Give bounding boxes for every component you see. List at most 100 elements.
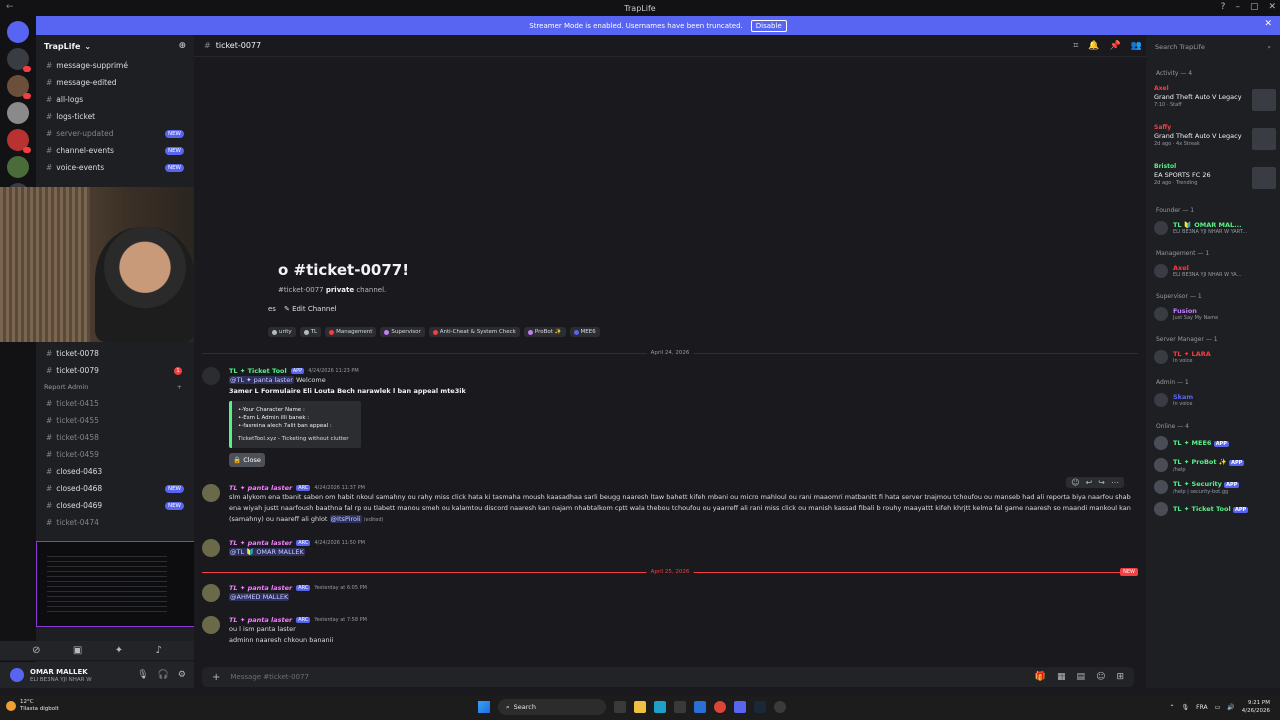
close-window-button[interactable]: ✕ (1268, 2, 1276, 12)
mail-icon[interactable] (694, 701, 706, 713)
server-icon[interactable] (7, 129, 31, 153)
message-author[interactable]: TL ✦ panta laster (229, 584, 292, 592)
camera-off-icon[interactable]: ⊘ (32, 645, 40, 656)
member-item[interactable]: TL ✦ MEE6 APP (1154, 433, 1276, 453)
channel-item[interactable]: # server-updated NEW (36, 125, 194, 142)
file-explorer-icon[interactable] (634, 701, 646, 713)
category-report-admin[interactable]: Report Admin + (36, 379, 194, 395)
steam-icon[interactable] (754, 701, 766, 713)
forward-icon[interactable]: ↪ (1098, 478, 1105, 487)
weather-widget[interactable]: 12°C Tilasta digbolt (6, 699, 59, 713)
activities-icon[interactable]: ✦ (115, 645, 123, 656)
sticker-icon[interactable]: ▤ (1077, 672, 1086, 682)
chevron-up-icon[interactable]: ⌃ (1170, 704, 1175, 711)
user-mention[interactable]: @TL ✦ panta laster (229, 376, 294, 384)
role-chip[interactable]: ProBot ✨ (523, 327, 566, 337)
headphones-icon[interactable]: 🎧 (158, 670, 169, 680)
close-banner-icon[interactable]: ✕ (1264, 19, 1272, 29)
pin-icon[interactable]: 📌 (1110, 41, 1121, 51)
back-icon[interactable]: ← (6, 2, 14, 12)
activity-item[interactable]: Saffy Grand Theft Auto V Legacy 2d ago · 4… (1154, 124, 1276, 158)
avatar[interactable] (202, 539, 220, 557)
server-icon[interactable] (7, 156, 29, 178)
app-icon[interactable] (774, 701, 786, 713)
avatar[interactable] (202, 367, 220, 385)
avatar[interactable] (202, 584, 220, 602)
role-chip[interactable]: Anti-Cheat & System Check (428, 327, 520, 337)
gif-icon[interactable]: ▦ (1057, 672, 1066, 682)
message-author[interactable]: TL ✦ panta laster (229, 539, 292, 547)
close-ticket-button[interactable]: 🔒 Close (229, 453, 265, 467)
edge-icon[interactable] (654, 701, 666, 713)
microphone-icon[interactable]: 🎙 (1182, 704, 1190, 711)
channel-item[interactable]: # ticket-0079 1 (36, 362, 194, 379)
message-author[interactable]: TL ✦ Ticket Tool (229, 367, 287, 375)
notification-bell-icon[interactable]: 🔔 (1088, 41, 1099, 51)
taskbar-search[interactable]: ⌕ Search (498, 699, 606, 715)
apps-icon[interactable]: ⊞ (1116, 672, 1124, 682)
react-icon[interactable]: ☺ (1071, 478, 1079, 487)
role-chip[interactable]: MEE6 (569, 327, 600, 337)
channel-item[interactable]: # all-logs (36, 91, 194, 108)
server-icon[interactable] (7, 48, 31, 72)
channel-item[interactable]: # closed-0463 (36, 463, 194, 480)
members-icon[interactable]: 👥 (1131, 41, 1142, 51)
user-mention[interactable]: @ItsPiroli (329, 515, 362, 523)
threads-icon[interactable]: ⌗ (1073, 41, 1078, 51)
avatar[interactable] (202, 484, 220, 502)
screen-preview-thumbnail[interactable] (36, 541, 200, 627)
attach-plus-icon[interactable]: + (212, 672, 220, 683)
search-input[interactable]: Search TrapLife ⌕ (1150, 40, 1276, 54)
gift-icon[interactable]: 🎁 (1035, 672, 1046, 682)
store-icon[interactable] (674, 701, 686, 713)
add-member-icon[interactable]: ⊕ (178, 41, 186, 51)
channel-item[interactable]: # ticket-0459 (36, 446, 194, 463)
user-mention[interactable]: @AHMED MALLEK (229, 593, 290, 601)
add-channel-icon[interactable]: + (177, 383, 182, 391)
channel-item[interactable]: # closed-0469 NEW (36, 497, 194, 514)
channel-item[interactable]: # ticket-0474 (36, 514, 194, 531)
role-chip[interactable]: Supervisor (380, 327, 425, 337)
server-header[interactable]: TrapLife ⌄ ⊕ (36, 35, 194, 57)
server-icon[interactable] (7, 102, 29, 124)
channel-item[interactable]: # ticket-0415 (36, 395, 194, 412)
microphone-icon[interactable]: 🎙 (137, 670, 148, 680)
discord-icon[interactable] (734, 701, 746, 713)
role-chip[interactable]: Management (325, 327, 377, 337)
channel-item[interactable]: # message-supprimé (36, 57, 194, 74)
activity-item[interactable]: Bristol EA SPORTS FC 26 2d ago · Trending (1154, 163, 1276, 197)
emoji-icon[interactable]: ☺ (1096, 672, 1105, 682)
disable-streamer-mode-button[interactable]: Disable (750, 19, 787, 32)
member-item[interactable]: TL 🔰 OMAR MAL... ELI BE3NA YJI NHAR W YAR… (1154, 218, 1276, 238)
help-icon[interactable]: ? (1221, 2, 1226, 12)
member-item[interactable]: TL ✦ Ticket Tool APP (1154, 499, 1276, 519)
home-icon[interactable] (7, 21, 29, 43)
volume-icon[interactable]: 🔊 (1227, 704, 1234, 711)
channel-item[interactable]: # closed-0468 NEW (36, 480, 194, 497)
activity-item[interactable]: Axel Grand Theft Auto V Legacy 7:10 · Staf… (1154, 85, 1276, 119)
channel-item[interactable]: # ticket-0458 (36, 429, 194, 446)
screen-share-icon[interactable]: ▣ (73, 645, 82, 656)
role-chip[interactable]: urity (268, 327, 296, 337)
avatar[interactable] (10, 668, 24, 682)
message-author[interactable]: TL ✦ panta laster (229, 616, 292, 624)
member-item[interactable]: Fusion Just Say My Name (1154, 304, 1276, 324)
channel-item[interactable]: # logs-ticket (36, 108, 194, 125)
member-item[interactable]: Skam In voice (1154, 390, 1276, 410)
network-icon[interactable]: ▭ (1215, 704, 1221, 711)
start-button[interactable] (478, 701, 490, 713)
minimize-button[interactable]: – (1235, 2, 1240, 12)
message-author[interactable]: TL ✦ panta laster (229, 484, 292, 492)
channel-item[interactable]: # ticket-0078 (36, 345, 194, 362)
clock[interactable]: 9:21 PM 4/26/2026 (1242, 699, 1270, 715)
maximize-button[interactable]: ▢ (1250, 2, 1259, 12)
message-input[interactable]: + Message #ticket-0077 🎁 ▦ ▤ ☺ ⊞ (202, 667, 1134, 687)
soundboard-icon[interactable]: ♪ (155, 645, 161, 656)
member-item[interactable]: TL ✦ ProBot ✨ APP/help (1154, 455, 1276, 475)
channel-item[interactable]: # channel-events NEW (36, 142, 194, 159)
avatar[interactable] (202, 616, 220, 634)
reply-icon[interactable]: ↩ (1086, 478, 1093, 487)
role-chip[interactable]: TL (299, 327, 322, 337)
chrome-icon[interactable] (714, 701, 726, 713)
server-icon[interactable] (7, 75, 31, 99)
